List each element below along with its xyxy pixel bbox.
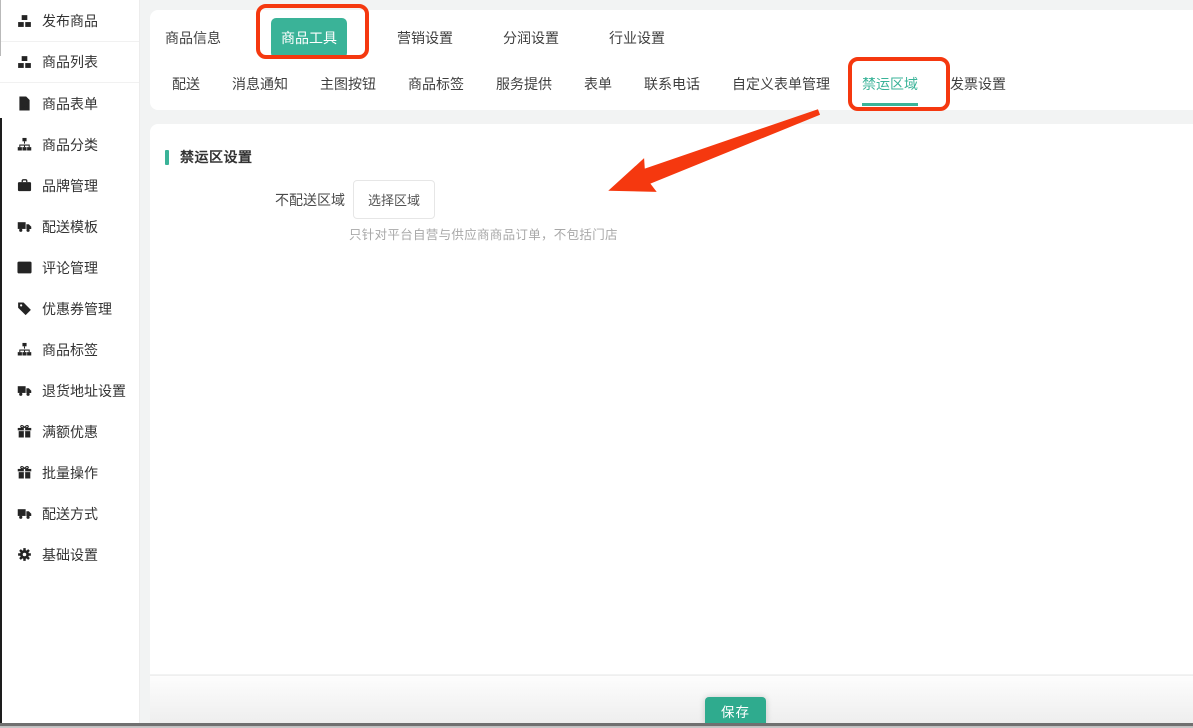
gift-icon — [17, 424, 32, 439]
subtab-custom-form-management[interactable]: 自定义表单管理 — [732, 74, 830, 106]
sidebar-item-delivery-template[interactable]: 配送模板 — [0, 206, 139, 247]
columns-icon — [17, 260, 32, 275]
sidebar-item-product-category[interactable]: 商品分类 — [0, 124, 139, 165]
sidebar-item-coupon-management[interactable]: 优惠券管理 — [0, 288, 139, 329]
sidebar-item-batch-operations[interactable]: 批量操作 — [0, 452, 139, 493]
primary-tabs: 商品信息 商品工具 营销设置 分润设置 行业设置 — [165, 20, 665, 56]
sidebar-item-label: 满额优惠 — [42, 422, 98, 442]
sidebar-item-return-address-settings[interactable]: 退货地址设置 — [0, 370, 139, 411]
secondary-tabs: 配送 消息通知 主图按钮 商品标签 服务提供 表单 联系电话 自定义表单管理 禁… — [172, 74, 1006, 106]
sidebar-item-label: 商品列表 — [42, 52, 98, 72]
window-edge-top — [0, 0, 1, 56]
sitemap-icon — [17, 137, 32, 152]
sidebar-item-label: 商品表单 — [42, 94, 98, 114]
no-delivery-area-label: 不配送区域 — [275, 190, 345, 210]
sidebar-item-review-management[interactable]: 评论管理 — [0, 247, 139, 288]
sidebar-item-product-form[interactable]: 商品表单 — [0, 83, 139, 124]
helper-text: 只针对平台自营与供应商商品订单，不包括门店 — [349, 224, 618, 243]
sidebar-item-publish-product[interactable]: 发布商品 — [0, 1, 139, 42]
tab-marketing-settings[interactable]: 营销设置 — [397, 28, 453, 48]
select-area-button[interactable]: 选择区域 — [353, 180, 435, 219]
sidebar-item-label: 退货地址设置 — [42, 381, 126, 401]
window-edge-bottom — [0, 118, 2, 723]
tab-product-info[interactable]: 商品信息 — [165, 28, 221, 48]
sidebar-item-label: 商品分类 — [42, 135, 98, 155]
section-accent-bar — [165, 150, 169, 165]
truck-icon — [17, 506, 32, 521]
footer-bar — [150, 675, 1193, 723]
content-card: 禁运区设置 不配送区域 选择区域 只针对平台自营与供应商商品订单，不包括门店 — [150, 124, 1193, 674]
window-bottom-edge — [0, 723, 1193, 728]
cubes-icon — [17, 14, 32, 29]
subtab-delivery[interactable]: 配送 — [172, 74, 200, 106]
cubes-icon — [17, 55, 32, 70]
subtab-invoice-settings[interactable]: 发票设置 — [950, 74, 1006, 106]
sidebar-item-label: 配送方式 — [42, 504, 98, 524]
sidebar-item-delivery-method[interactable]: 配送方式 — [0, 493, 139, 534]
save-button[interactable]: 保存 — [705, 697, 766, 724]
section-header: 禁运区设置 — [165, 147, 253, 167]
sidebar-item-label: 品牌管理 — [42, 176, 98, 196]
file-spreadsheet-icon — [17, 96, 32, 111]
subtab-main-image-button[interactable]: 主图按钮 — [320, 74, 376, 106]
sidebar-item-product-tags[interactable]: 商品标签 — [0, 329, 139, 370]
subtab-product-tags[interactable]: 商品标签 — [408, 74, 464, 106]
sidebar-item-label: 批量操作 — [42, 463, 98, 483]
subtab-form[interactable]: 表单 — [584, 74, 612, 106]
briefcase-icon — [17, 178, 32, 193]
sidebar-item-full-discount[interactable]: 满额优惠 — [0, 411, 139, 452]
subtab-message-notification[interactable]: 消息通知 — [232, 74, 288, 106]
sidebar-item-label: 基础设置 — [42, 545, 98, 565]
sidebar-item-label: 配送模板 — [42, 217, 98, 237]
tab-product-tools[interactable]: 商品工具 — [271, 18, 347, 58]
sidebar-item-label: 发布商品 — [42, 11, 98, 31]
tab-industry-settings[interactable]: 行业设置 — [609, 28, 665, 48]
sidebar-item-label: 评论管理 — [42, 258, 98, 278]
sidebar-item-brand-management[interactable]: 品牌管理 — [0, 165, 139, 206]
tabs-card: 商品信息 商品工具 营销设置 分润设置 行业设置 配送 消息通知 主图按钮 商品… — [150, 10, 1193, 110]
gear-icon — [17, 547, 32, 562]
sidebar: 发布商品 商品列表 商品表单 商品分类 品牌管理 配送模板 评论管理 优惠券管理… — [0, 0, 140, 723]
sitemap-icon — [17, 342, 32, 357]
gift-icon — [17, 465, 32, 480]
section-title: 禁运区设置 — [180, 147, 253, 167]
subtab-restricted-area[interactable]: 禁运区域 — [862, 74, 918, 106]
tab-profit-settings[interactable]: 分润设置 — [503, 28, 559, 48]
sidebar-item-label: 优惠券管理 — [42, 299, 112, 319]
no-delivery-area-row: 不配送区域 选择区域 — [275, 183, 435, 216]
truck-icon — [17, 219, 32, 234]
tag-icon — [17, 301, 32, 316]
truck-icon — [17, 383, 32, 398]
subtab-service-provide[interactable]: 服务提供 — [496, 74, 552, 106]
sidebar-item-label: 商品标签 — [42, 340, 98, 360]
subtab-contact-phone[interactable]: 联系电话 — [644, 74, 700, 106]
sidebar-item-basic-settings[interactable]: 基础设置 — [0, 534, 139, 575]
sidebar-item-product-list[interactable]: 商品列表 — [0, 42, 139, 83]
